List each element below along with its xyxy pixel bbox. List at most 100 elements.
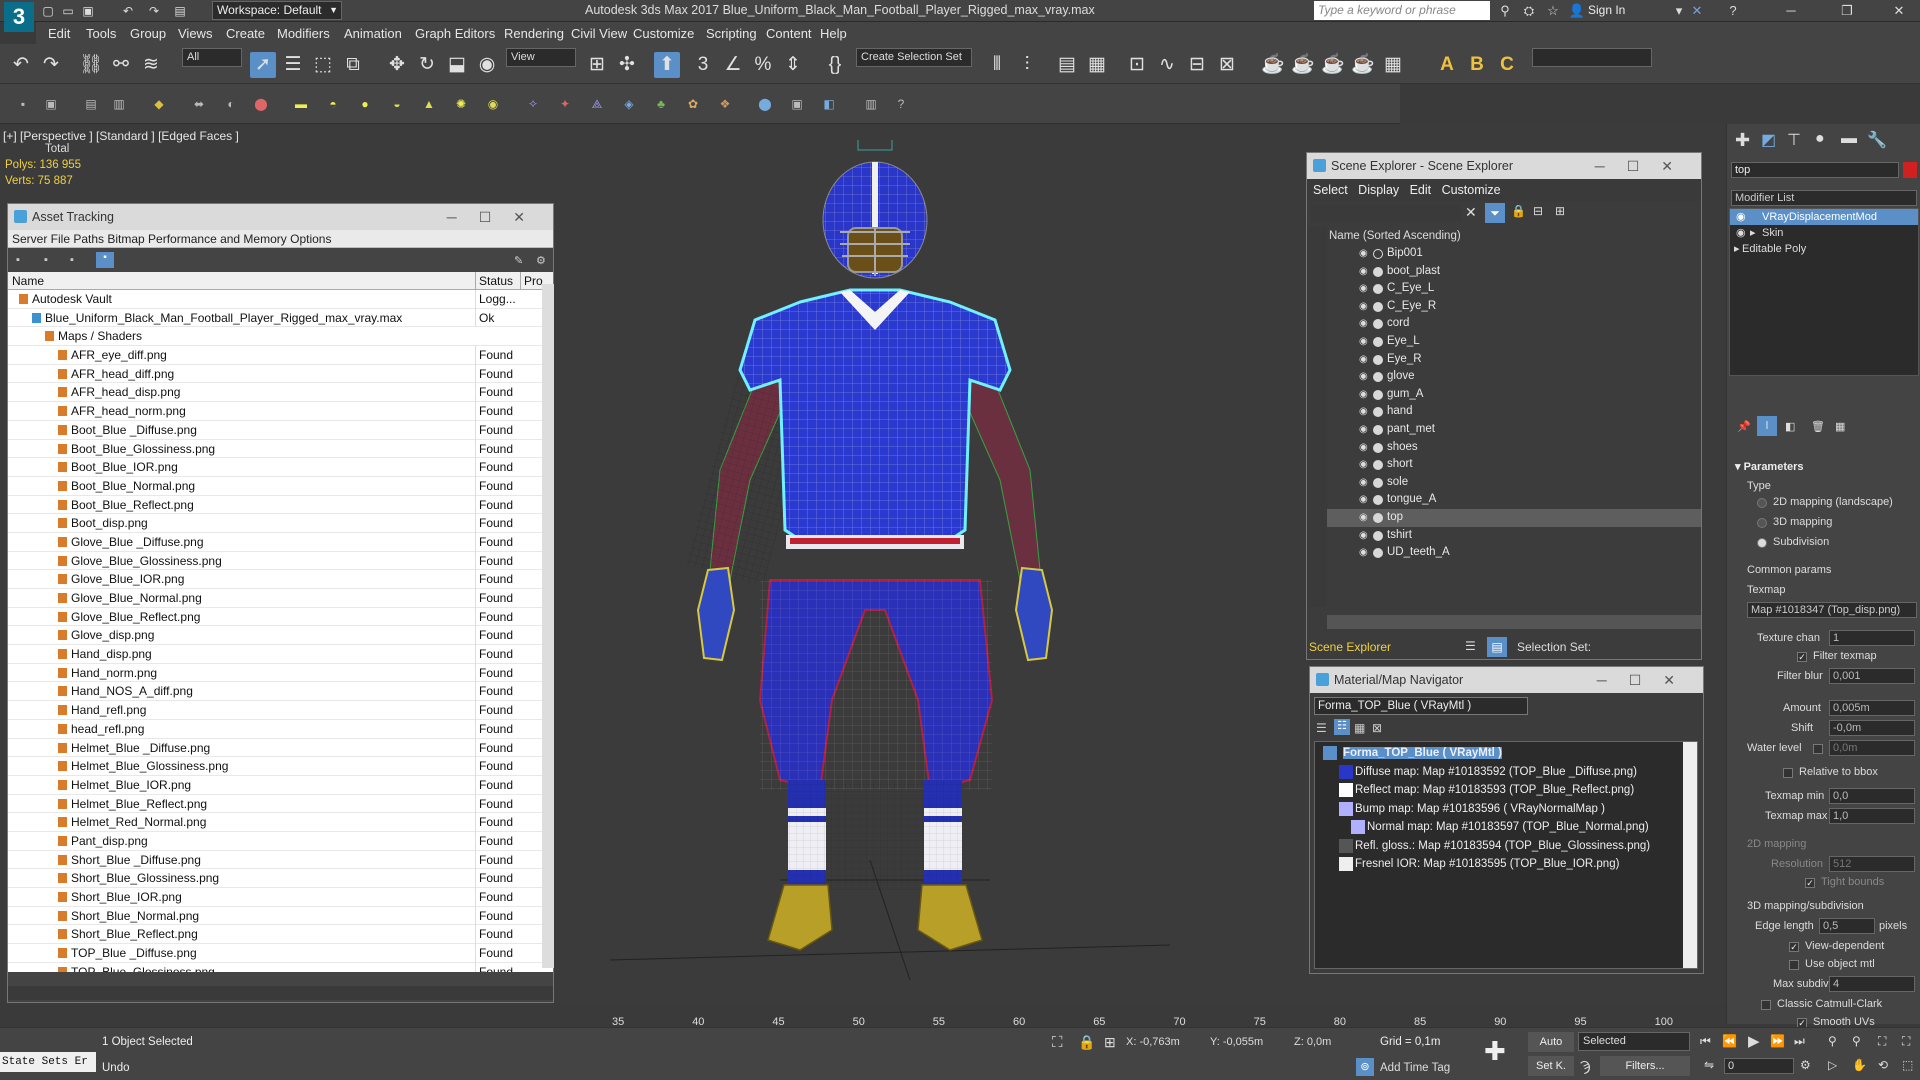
vray-scatter-icon[interactable]: ✿ (684, 96, 702, 112)
asset-row[interactable]: TOP_Blue _Diffuse.png Found (8, 944, 553, 963)
football-player-model[interactable] (600, 140, 1160, 980)
scene-menu-edit[interactable]: Edit (1410, 183, 1432, 197)
parameters-rollout[interactable]: ▾ Parameters (1735, 460, 1804, 473)
menu-scripting[interactable]: Scripting (706, 26, 757, 41)
key-filter-icon[interactable]: Ϡ (1580, 1058, 1591, 1074)
asset-row[interactable]: AFR_head_diff.png Found (8, 364, 553, 384)
scene-search-field[interactable] (1311, 204, 1461, 222)
fov-icon[interactable]: ▷ (1828, 1058, 1837, 1072)
layer-explorer-icon[interactable]: ▤ (1054, 52, 1080, 78)
scene-menu-select[interactable]: Select (1313, 183, 1348, 197)
angle-snap-icon[interactable]: ∠ (720, 52, 746, 78)
vray-tool-4-icon[interactable]: ▥ (110, 96, 128, 112)
scene-column-header[interactable]: Name (Sorted Ascending) (1327, 227, 1701, 245)
asset-row[interactable]: Hand_disp.png Found (8, 645, 553, 664)
utilities-tab-icon[interactable]: 🔧 (1867, 130, 1887, 150)
go-to-end-icon[interactable]: ⏭ (1794, 1034, 1805, 1049)
add-time-tag-button[interactable]: Add Time Tag (1380, 1062, 1450, 1074)
asset-row[interactable]: Pant_disp.png Found (8, 831, 553, 851)
menu-content[interactable]: Content (766, 26, 812, 41)
vray-sphere-icon[interactable]: ● (356, 96, 374, 112)
material-map-row[interactable]: Fresnel IOR: Map #10183595 (TOP_Blue_IOR… (1315, 855, 1697, 874)
asset-row[interactable]: Helmet_Blue_Glossiness.png Found (8, 757, 553, 776)
configure-sets-icon[interactable]: ▦ (1835, 420, 1845, 433)
vray-c-icon[interactable]: C (1494, 52, 1520, 78)
spinner-snap-icon[interactable]: ⇕ (780, 52, 806, 78)
menu-civil-view[interactable]: Civil View (571, 26, 627, 41)
texture-chan-spinner[interactable]: 1 (1829, 630, 1915, 646)
asset-row[interactable]: Boot_Blue_Reflect.png Found (8, 495, 553, 515)
column-status[interactable]: Status (475, 272, 513, 290)
selection-filter-dropdown[interactable]: All (182, 48, 242, 67)
zoom-icon[interactable]: ⚲ (1828, 1034, 1837, 1048)
open-file-icon[interactable]: ▭ (60, 3, 76, 19)
go-to-start-icon[interactable]: ⏮ (1700, 1034, 1711, 1049)
relative-bbox-checkbox[interactable] (1783, 768, 1793, 778)
menu-customize[interactable]: Customize (633, 26, 694, 41)
help-icon[interactable]: ? (1722, 2, 1744, 20)
material-window-controls[interactable]: ─☐✕ (1597, 667, 1697, 693)
filter-blur-spinner[interactable]: 0,001 (1829, 668, 1915, 684)
menu-modifiers[interactable]: Modifiers (277, 26, 330, 41)
stack-item-skin[interactable]: ◉ ▸ Skin (1730, 225, 1918, 241)
asset-table-icon[interactable]: ▪ (70, 254, 74, 266)
asset-row[interactable]: Hand_norm.png Found (8, 663, 553, 683)
nav-list-icon[interactable]: ☰ (1316, 721, 1327, 735)
view-dependent-checkbox[interactable]: ✓ (1789, 942, 1799, 952)
asset-row[interactable]: Short_Blue_Reflect.png Found (8, 925, 553, 945)
vray-light-icon[interactable]: ▬ (292, 96, 310, 112)
expand-arrow-icon[interactable]: ▸ (1750, 225, 1756, 241)
scene-explorer-titlebar[interactable]: Scene Explorer - Scene Explorer ─☐✕ (1307, 153, 1701, 179)
scene-clear-icon[interactable]: ✕ (1465, 204, 1477, 221)
material-map-row[interactable]: Reflect map: Map #10183593 (TOP_Blue_Ref… (1315, 781, 1697, 800)
set-key-big-icon[interactable]: ✚ (1484, 1036, 1506, 1067)
scene-item-tongue-a[interactable]: ◉ tongue_A (1327, 491, 1701, 509)
visibility-eye-icon[interactable]: ◉ (1359, 333, 1368, 351)
isolate-selection-icon[interactable]: ⛶ (1052, 1034, 1063, 1051)
pivot-icon[interactable]: ⊞ (584, 52, 610, 78)
material-map-row[interactable]: Refl. gloss.: Map #10183594 (TOP_Blue_Gl… (1315, 837, 1697, 856)
tight-bounds-checkbox[interactable]: ✓ (1805, 878, 1815, 888)
visibility-eye-icon[interactable]: ◉ (1359, 474, 1368, 492)
radio-3d-mapping[interactable] (1757, 518, 1767, 528)
exchange-icon[interactable]: ✕ (1686, 2, 1708, 20)
vray-sun-icon[interactable]: ▲ (420, 96, 438, 112)
texmap-button[interactable]: Map #1018347 (Top_disp.png) (1747, 602, 1917, 618)
vray-volume-icon[interactable]: ❖ (716, 96, 734, 112)
hierarchy-tab-icon[interactable]: ⊤ (1787, 130, 1801, 150)
nav-large-icons-icon[interactable]: ⊠ (1372, 721, 1382, 735)
save-file-icon[interactable]: ▣ (80, 3, 96, 19)
scene-item-tshirt[interactable]: ◉ tshirt (1327, 527, 1701, 545)
state-sets-field[interactable]: State Sets Er (0, 1052, 96, 1072)
undo-quick-icon[interactable]: ↶ (120, 3, 136, 19)
toggle-ribbon-icon[interactable]: ▦ (1084, 52, 1110, 78)
coord-z[interactable]: Z: 0,0m (1294, 1036, 1331, 1048)
current-frame-field[interactable]: 0 (1724, 1058, 1794, 1074)
select-manipulate-icon[interactable]: ✣ (614, 52, 640, 78)
absolute-mode-icon[interactable]: ⊞ (1104, 1034, 1116, 1051)
scene-item-ud-teeth-a[interactable]: ◉ UD_teeth_A (1327, 544, 1701, 562)
rotate-icon[interactable]: ↻ (414, 52, 440, 78)
scene-item-eye-r[interactable]: ◉ Eye_R (1327, 351, 1701, 369)
radio-2d-mapping[interactable] (1757, 498, 1767, 508)
vray-b-icon[interactable]: B (1464, 52, 1490, 78)
visibility-eye-icon[interactable]: ◉ (1359, 351, 1368, 369)
redo-quick-icon[interactable]: ↷ (146, 3, 162, 19)
project-icon[interactable]: ▤ (172, 3, 188, 19)
scene-item-c-eye-l[interactable]: ◉ C_Eye_L (1327, 280, 1701, 298)
material-tree-scrollbar[interactable] (1683, 742, 1697, 968)
asset-horizontal-scrollbar[interactable] (8, 986, 553, 1000)
unlink-icon[interactable]: ⚯ (108, 52, 134, 78)
asset-row[interactable]: Glove_Blue _Diffuse.png Found (8, 532, 553, 552)
align-icon[interactable]: ⫶ (1014, 52, 1040, 78)
time-config-icon[interactable]: ⚙ (1800, 1058, 1811, 1072)
remove-modifier-icon[interactable]: 🗑 (1811, 420, 1825, 433)
menu-rendering[interactable]: Rendering (504, 26, 564, 41)
vray-tool-1-icon[interactable]: ▪ (14, 96, 32, 112)
scene-horizontal-scrollbar[interactable] (1327, 615, 1701, 629)
vray-tool-10-icon[interactable]: ◧ (820, 96, 838, 112)
sign-in-button[interactable]: Sign In (1588, 3, 1625, 17)
window-crossing-icon[interactable]: ⧉ (340, 52, 366, 78)
asset-vertical-scrollbar[interactable] (542, 284, 554, 968)
vray-proxy-icon[interactable]: ✧ (524, 96, 542, 112)
